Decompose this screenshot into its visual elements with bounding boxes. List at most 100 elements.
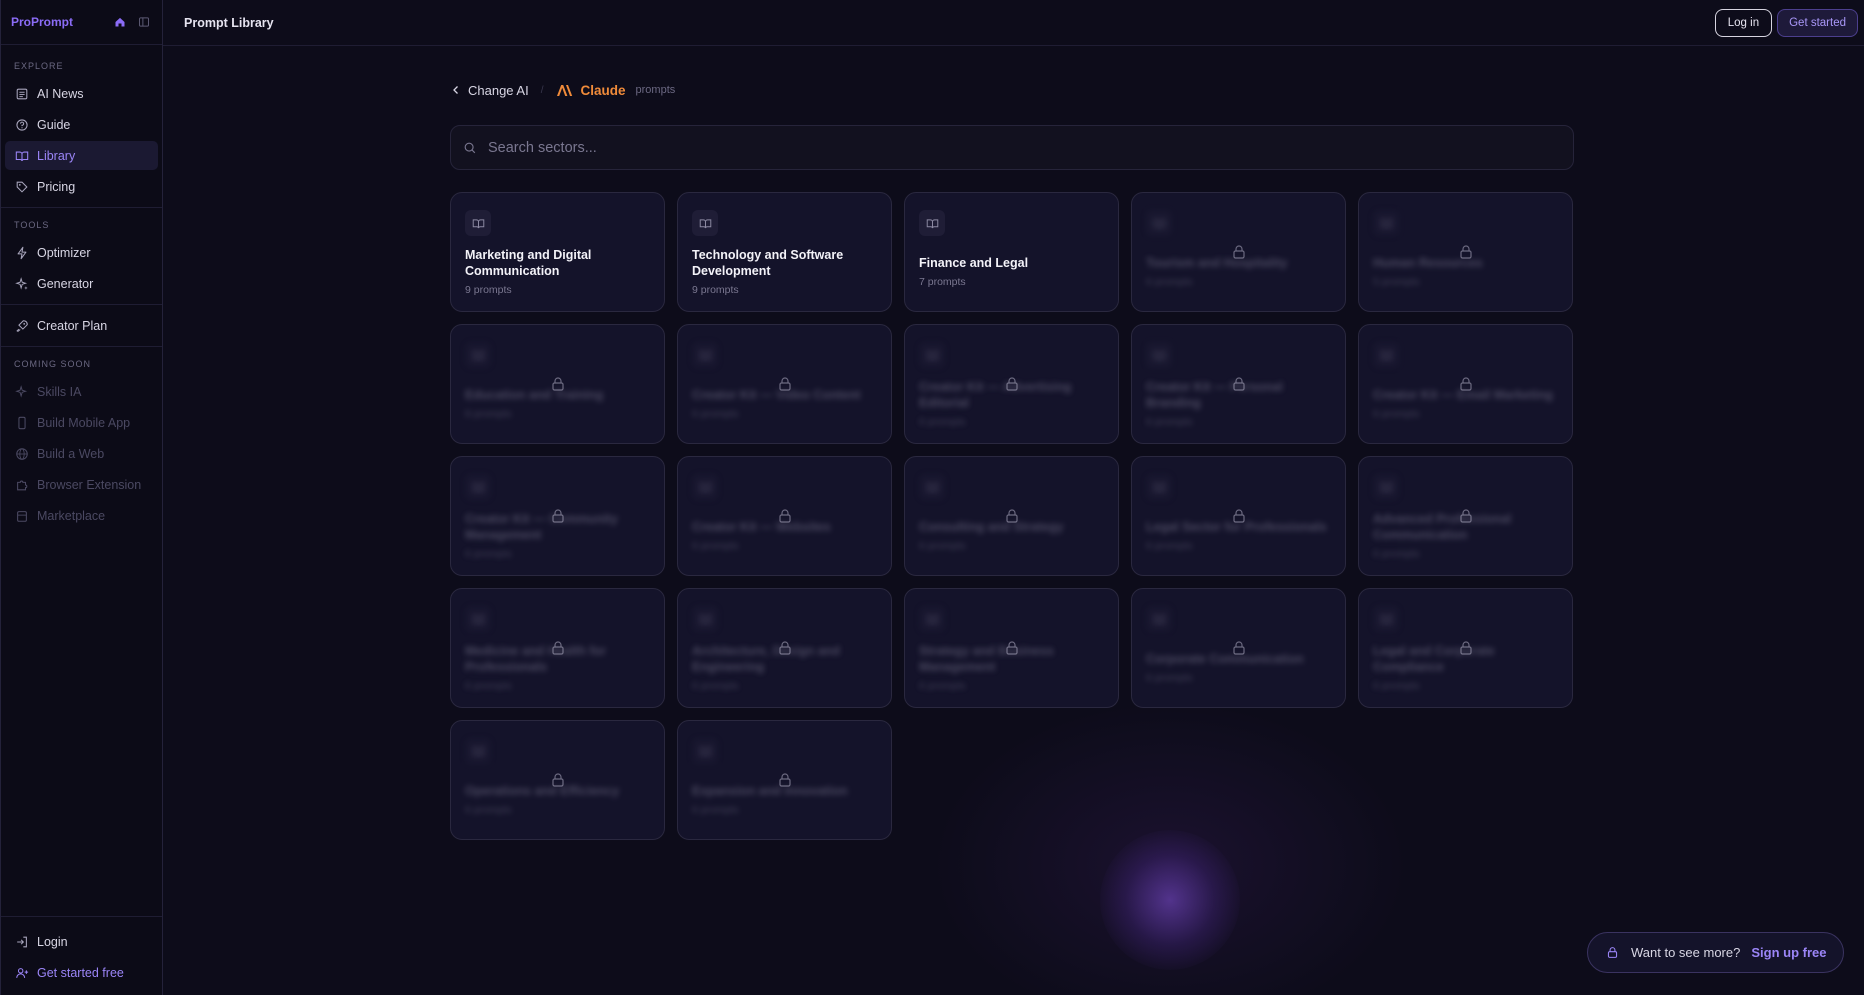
sidebar-item-label: Skills IA bbox=[37, 384, 82, 399]
sidebar-item-label: Optimizer bbox=[37, 245, 91, 260]
sector-card[interactable]: Human Resources 5 prompts bbox=[1358, 192, 1573, 312]
sidebar-divider bbox=[1, 346, 162, 347]
sidebar-login-button[interactable]: Login bbox=[5, 927, 158, 956]
sector-prompt-count: 6 prompts bbox=[465, 680, 512, 692]
lock-icon bbox=[1004, 376, 1020, 392]
book-icon bbox=[692, 474, 718, 500]
sidebar-divider bbox=[1, 207, 162, 208]
sector-prompt-count: 6 prompts bbox=[1373, 408, 1420, 420]
book-icon bbox=[465, 210, 491, 236]
main-content: Change AI / Claude prompts Marketing and… bbox=[450, 46, 1574, 840]
sector-card[interactable]: Operations and Efficiency 6 prompts bbox=[450, 720, 665, 840]
top-bar: Prompt Library Log in Get started bbox=[163, 0, 1864, 46]
sector-card[interactable]: Creator Kit — Email Marketing 6 prompts bbox=[1358, 324, 1573, 444]
login-button[interactable]: Log in bbox=[1714, 8, 1773, 37]
sparkles-icon bbox=[15, 384, 28, 398]
sector-card[interactable]: Creator Kit — Advertising Editorial 6 pro… bbox=[904, 324, 1119, 444]
claude-logo-icon bbox=[556, 84, 572, 96]
signup-promo[interactable]: Want to see more? Sign up free bbox=[1587, 932, 1844, 973]
help-circle-icon bbox=[16, 118, 28, 131]
book-icon bbox=[1146, 606, 1172, 632]
sidebar-item-optimizer[interactable]: Optimizer bbox=[5, 238, 158, 267]
sector-prompt-count: 6 prompts bbox=[692, 540, 739, 552]
lock-icon bbox=[550, 376, 566, 392]
puzzle-icon bbox=[17, 480, 28, 490]
sector-prompt-count: 8 prompts bbox=[465, 408, 512, 420]
sector-card[interactable]: Architecture, Design and Engineering 6 pr… bbox=[677, 588, 892, 708]
sector-card[interactable]: Creator Kit — Websites 6 prompts bbox=[677, 456, 892, 576]
sidebar-item-ai-news[interactable]: AI News bbox=[5, 79, 158, 108]
sector-card[interactable]: Finance and Legal 7 prompts bbox=[904, 192, 1119, 312]
sector-card[interactable]: Technology and Software Development 9 pro… bbox=[677, 192, 892, 312]
sector-prompt-count: 9 prompts bbox=[692, 284, 739, 296]
breadcrumb: Change AI / Claude prompts bbox=[450, 66, 1574, 114]
book-icon bbox=[692, 210, 718, 236]
sector-card[interactable]: Education and Training 8 prompts bbox=[450, 324, 665, 444]
sector-card[interactable]: Strategy and Business Management 6 prompt… bbox=[904, 588, 1119, 708]
sector-prompt-count: 6 prompts bbox=[919, 540, 966, 552]
sector-prompt-count: 6 prompts bbox=[1373, 680, 1420, 692]
book-icon bbox=[465, 474, 491, 500]
sidebar-item-generator[interactable]: Generator bbox=[5, 269, 158, 298]
lock-icon bbox=[1458, 640, 1474, 656]
book-icon bbox=[1373, 342, 1399, 368]
book-icon bbox=[1146, 342, 1172, 368]
selected-ai-suffix: prompts bbox=[635, 84, 676, 96]
sector-card[interactable]: Creator Kit — Video Content 6 prompts bbox=[677, 324, 892, 444]
sector-card[interactable]: Legal and Corporate Compliance 6 prompts bbox=[1358, 588, 1573, 708]
sidebar-get-started-button[interactable]: Get started free bbox=[5, 958, 158, 987]
background-glow bbox=[1100, 830, 1240, 970]
sidebar-item-guide[interactable]: Guide bbox=[5, 110, 158, 139]
book-icon bbox=[692, 606, 718, 632]
lock-icon bbox=[1607, 947, 1618, 958]
sidebar-item-library[interactable]: Library bbox=[5, 141, 158, 170]
tag-icon bbox=[16, 181, 28, 193]
sidebar-item-skills-ia: Skills IA bbox=[5, 377, 158, 406]
sidebar-item-label: Browser Extension bbox=[37, 477, 142, 492]
sidebar-item-pricing[interactable]: Pricing bbox=[5, 172, 158, 201]
sector-card[interactable]: Marketing and Digital Communication 9 pro… bbox=[450, 192, 665, 312]
lock-icon bbox=[777, 772, 793, 788]
book-icon bbox=[1146, 210, 1172, 236]
sector-card[interactable]: Creator Kit — Community Management 6 prom… bbox=[450, 456, 665, 576]
newspaper-icon bbox=[16, 88, 28, 99]
lock-icon bbox=[550, 508, 566, 524]
brand-logo[interactable]: ProPrompt bbox=[11, 15, 104, 29]
book-icon bbox=[1373, 606, 1399, 632]
sidebar-item-build-mobile-app: Build Mobile App bbox=[5, 408, 158, 437]
home-icon[interactable] bbox=[112, 14, 128, 30]
sidebar-toggle-icon[interactable] bbox=[136, 14, 152, 30]
sector-prompt-count: 5 prompts bbox=[1373, 276, 1420, 288]
sidebar-item-label: Creator Plan bbox=[37, 318, 108, 333]
sector-card[interactable]: Advanced Professional Communication 6 pro… bbox=[1358, 456, 1573, 576]
book-icon bbox=[1373, 474, 1399, 500]
sector-card[interactable]: Creator Kit — Personal Branding 6 prompts bbox=[1131, 324, 1346, 444]
sector-card[interactable]: Legal Sector for Professionals 6 prompts bbox=[1131, 456, 1346, 576]
sector-card[interactable]: Tourism and Hospitality 6 prompts bbox=[1131, 192, 1346, 312]
book-icon bbox=[465, 606, 491, 632]
lock-icon bbox=[1004, 508, 1020, 524]
sector-card[interactable]: Consulting and Strategy 6 prompts bbox=[904, 456, 1119, 576]
sector-prompt-count: 6 prompts bbox=[692, 408, 739, 420]
lock-icon bbox=[1231, 376, 1247, 392]
sector-card[interactable]: Expansion and Innovation 6 prompts bbox=[677, 720, 892, 840]
sector-card[interactable]: Medicine and Health for Professionals 6 p… bbox=[450, 588, 665, 708]
sidebar-item-label: Build Mobile App bbox=[37, 415, 131, 430]
promo-question: Want to see more? bbox=[1631, 945, 1741, 960]
store-icon bbox=[17, 510, 27, 522]
lock-icon bbox=[777, 508, 793, 524]
sidebar-item-label: Pricing bbox=[37, 179, 76, 194]
sign-up-free-link[interactable]: Sign up free bbox=[1751, 945, 1826, 960]
book-open-icon bbox=[15, 151, 29, 161]
change-ai-button[interactable]: Change AI bbox=[450, 83, 529, 98]
sidebar-item-creator-plan[interactable]: Creator Plan bbox=[5, 311, 158, 340]
sector-card[interactable]: Corporate Communication 6 prompts bbox=[1131, 588, 1346, 708]
book-icon bbox=[919, 210, 945, 236]
sector-prompt-count: 7 prompts bbox=[919, 276, 966, 288]
book-icon bbox=[692, 342, 718, 368]
search-input[interactable] bbox=[488, 139, 1487, 156]
lock-icon bbox=[777, 640, 793, 656]
sidebar-item-label: Library bbox=[37, 148, 76, 163]
get-started-button[interactable]: Get started bbox=[1777, 8, 1858, 37]
sector-prompt-count: 6 prompts bbox=[1146, 540, 1193, 552]
